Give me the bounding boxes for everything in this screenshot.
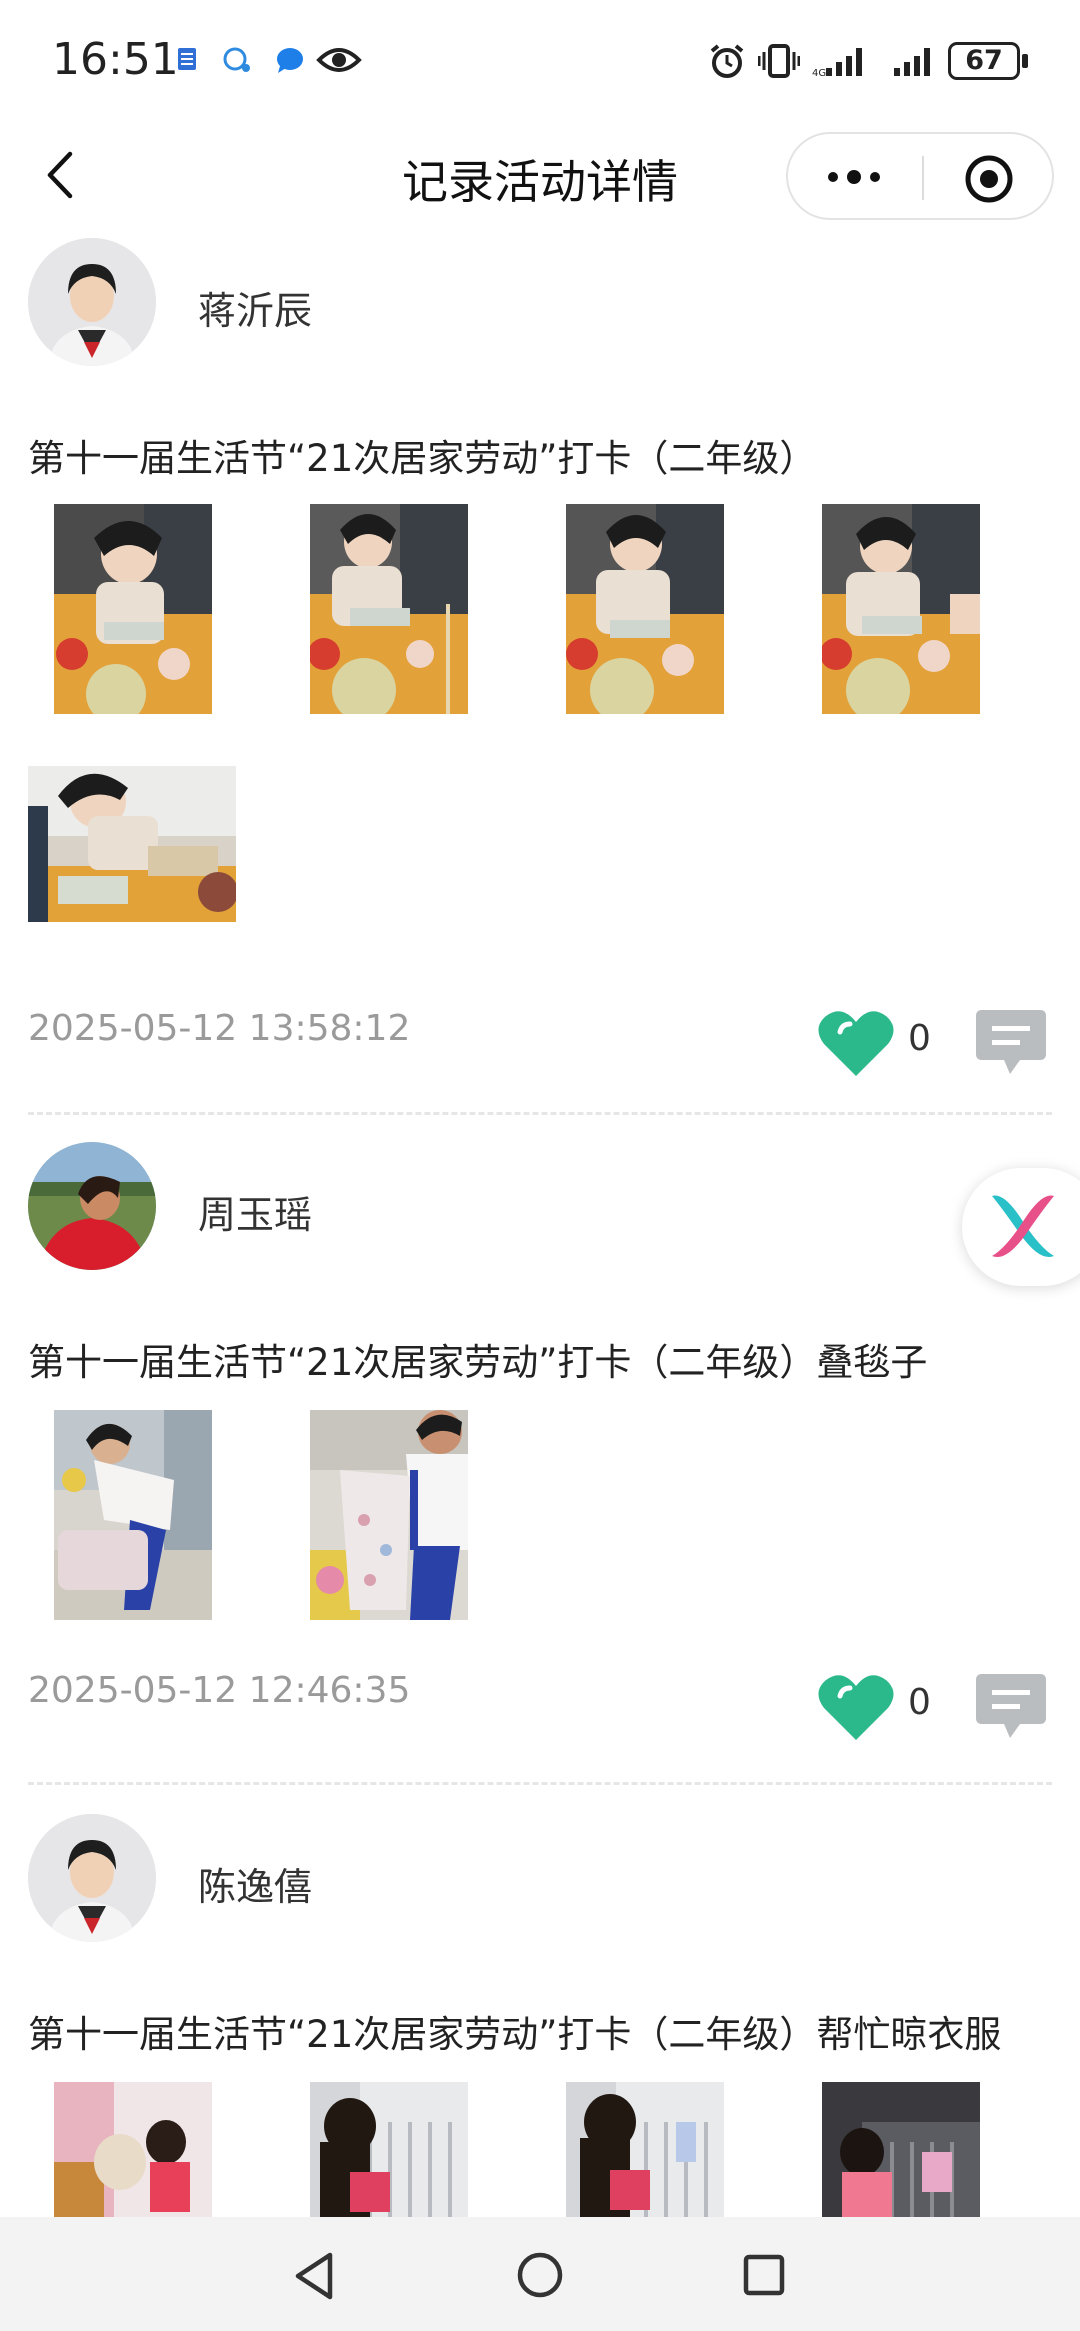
message-icon [277, 48, 303, 73]
like-count: 0 [908, 1018, 931, 1059]
battery-tip [1022, 54, 1028, 68]
user-name[interactable]: 周玉瑶 [198, 1184, 312, 1239]
user-name[interactable]: 陈逸僖 [198, 1856, 312, 1911]
heart-icon[interactable] [818, 1672, 894, 1742]
battery-level: 67 [965, 45, 1003, 76]
post-timestamp: 2025-05-12 13:58:12 [28, 1008, 411, 1049]
signal-icon: 4G [812, 48, 862, 78]
system-nav-bar [0, 2217, 1080, 2331]
post-photo[interactable] [310, 1410, 468, 1620]
avatar[interactable] [28, 1142, 156, 1270]
mini-program-capsule [786, 132, 1054, 220]
comment-icon[interactable] [974, 1008, 1048, 1076]
back-triangle-icon[interactable] [292, 2251, 336, 2301]
student-avatar-icon [28, 1814, 156, 1942]
more-dots-icon[interactable] [824, 162, 884, 192]
clock: 16:51 [52, 34, 179, 85]
home-circle-icon[interactable] [516, 2251, 564, 2299]
assistant-float-button[interactable] [962, 1168, 1080, 1286]
target-circle-icon[interactable] [964, 154, 1014, 204]
post-timestamp: 2025-05-12 12:46:35 [28, 1670, 411, 1711]
post-photo[interactable] [310, 2082, 468, 2217]
nav-bar: 记录活动详情 [0, 120, 1080, 232]
battery-icon: 67 [948, 42, 1020, 80]
post-title: 第十一届生活节“21次居家劳动”打卡（二年级） [28, 437, 817, 480]
svg-text:4G: 4G [812, 68, 826, 78]
post-photo[interactable] [54, 504, 212, 714]
post-title: 第十一届生活节“21次居家劳动”打卡（二年级）叠毯子 [28, 1341, 928, 1384]
post-photo[interactable] [566, 2082, 724, 2217]
post-photo[interactable] [54, 2082, 212, 2217]
assistant-x-icon [992, 1195, 1054, 1258]
comment-icon[interactable] [974, 1672, 1048, 1740]
app-notice-icon [178, 48, 196, 70]
like-count: 0 [908, 1682, 931, 1723]
post-photo[interactable] [822, 504, 980, 714]
alarm-icon [710, 44, 744, 78]
vibrate-icon [758, 44, 800, 78]
user-photo [28, 1142, 156, 1270]
student-avatar-icon [28, 238, 156, 366]
user-name[interactable]: 蒋沂辰 [198, 280, 312, 335]
post-divider [28, 1782, 1052, 1785]
post-card: 蒋沂辰 第十一届生活节“21次居家劳动”打卡（二年级） 2025-05-12 1… [0, 236, 1080, 1126]
post-photo[interactable] [822, 2082, 980, 2217]
avatar[interactable] [28, 238, 156, 366]
signal-icon [894, 48, 930, 76]
post-card: 陈逸僖 第十一届生活节“21次居家劳动”打卡（二年级）帮忙晾衣服 [0, 1814, 1080, 2217]
post-photo[interactable] [28, 766, 236, 922]
post-photo[interactable] [566, 504, 724, 714]
post-photo[interactable] [310, 504, 468, 714]
post-title: 第十一届生活节“21次居家劳动”打卡（二年级）帮忙晾衣服 [28, 2013, 1002, 2056]
capsule-separator [922, 156, 924, 200]
eye-icon [316, 48, 362, 72]
post-card: 周玉瑶 第十一届生活节“21次居家劳动”打卡（二年级）叠毯子 2025-05-1… [0, 1142, 1080, 1802]
chat-bubble-icon [223, 47, 250, 72]
post-photo[interactable] [54, 1410, 212, 1620]
heart-icon[interactable] [818, 1008, 894, 1078]
post-divider [28, 1112, 1052, 1115]
status-bar: 16:51 4G 67 [0, 0, 1080, 120]
recents-square-icon[interactable] [742, 2253, 786, 2297]
avatar[interactable] [28, 1814, 156, 1942]
